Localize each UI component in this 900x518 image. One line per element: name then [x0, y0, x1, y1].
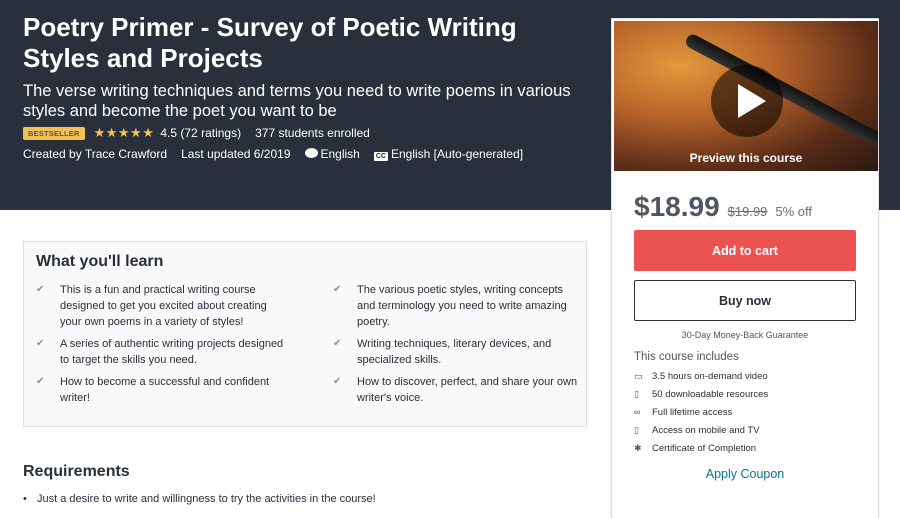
requirements-title: Requirements	[23, 463, 130, 480]
learn-item: ✔ Writing techniques, literary devices, a…	[333, 336, 578, 368]
learn-item-text: This is a fun and practical writing cour…	[60, 284, 267, 328]
rating-text[interactable]: 4.5 (72 ratings)	[160, 126, 241, 140]
includes-item: ✱ Certificate of Completion	[634, 439, 768, 457]
check-icon: ✔	[36, 284, 45, 295]
check-icon: ✔	[333, 338, 342, 349]
language-label: English	[320, 147, 360, 161]
enrolled-count: 377 students enrolled	[255, 126, 370, 140]
closed-captions-icon: CC	[373, 152, 388, 161]
apply-coupon-link[interactable]: Apply Coupon	[634, 467, 856, 481]
price-row: $18.99 $19.99 5% off	[634, 191, 812, 223]
includes-item-label: 3.5 hours on-demand video	[652, 370, 768, 382]
discount-percent: 5% off	[775, 204, 813, 219]
course-preview-video[interactable]: Preview this course	[614, 21, 878, 171]
buy-now-button[interactable]: Buy now	[634, 280, 856, 321]
requirements-list: • Just a desire to write and willingness …	[23, 493, 376, 505]
check-icon: ✔	[36, 338, 45, 349]
learn-list-left: ✔ This is a fun and practical writing cou…	[36, 282, 291, 412]
includes-item-label: 50 downloadable resources	[652, 388, 769, 400]
speech-bubble-icon	[304, 148, 318, 158]
captions: CC English [Auto-generated]	[373, 147, 524, 161]
money-back-guarantee: 30-Day Money-Back Guarantee	[681, 330, 809, 340]
learn-item-text: Writing techniques, literary devices, an…	[357, 338, 552, 366]
last-updated: Last updated 6/2019	[181, 147, 291, 161]
bestseller-badge: BESTSELLER	[23, 126, 85, 140]
learn-item: ✔ The various poetic styles, writing conc…	[333, 282, 578, 330]
file-icon: ▯	[634, 388, 639, 399]
language: English	[304, 147, 360, 161]
includes-item: ▯ Access on mobile and TV	[634, 421, 768, 439]
learn-item: ✔ This is a fun and practical writing cou…	[36, 282, 291, 330]
course-title: Poetry Primer - Survey of Poetic Writing…	[23, 12, 517, 73]
includes-title: This course includes	[634, 351, 739, 363]
original-price: $19.99	[727, 204, 768, 219]
includes-item: ∞ Full lifetime access	[634, 403, 768, 421]
includes-item-label: Certificate of Completion	[652, 442, 757, 454]
includes-item: ▭ 3.5 hours on-demand video	[634, 367, 768, 385]
requirement-text: Just a desire to write and willingness t…	[37, 493, 376, 505]
learn-item: ✔ A series of authentic writing projects …	[36, 336, 291, 368]
purchase-sidebar: Preview this course $18.99 $19.99 5% off…	[611, 18, 879, 518]
learn-title: What you'll learn	[36, 253, 164, 270]
learn-item-text: How to discover, perfect, and share your…	[357, 376, 578, 404]
learn-item-text: How to become a successful and confident…	[60, 376, 270, 404]
learn-item: ✔ How to become a successful and confiden…	[36, 374, 291, 406]
current-price: $18.99	[634, 191, 720, 222]
course-subtitle: The verse writing techniques and terms y…	[23, 82, 571, 120]
includes-item-label: Access on mobile and TV	[652, 424, 760, 436]
infinity-icon: ∞	[634, 407, 641, 417]
mobile-icon: ▯	[634, 424, 639, 435]
requirement-item: • Just a desire to write and willingness …	[23, 493, 376, 505]
certificate-icon: ✱	[634, 442, 642, 453]
check-icon: ✔	[333, 376, 342, 387]
learn-item-text: The various poetic styles, writing conce…	[357, 284, 567, 328]
learn-item-text: A series of authentic writing projects d…	[60, 338, 284, 366]
video-icon: ▭	[634, 370, 643, 381]
captions-label: English [Auto-generated]	[390, 147, 524, 161]
learn-list-right: ✔ The various poetic styles, writing conc…	[333, 282, 578, 412]
star-rating-icon: ★★★★★	[93, 125, 155, 140]
check-icon: ✔	[36, 376, 45, 387]
what-youll-learn-box: What you'll learn ✔ This is a fun and pra…	[23, 241, 587, 427]
preview-label: Preview this course	[689, 151, 803, 165]
learn-item: ✔ How to discover, perfect, and share you…	[333, 374, 578, 406]
course-stats: BESTSELLER ★★★★★ 4.5 (72 ratings) 377 st…	[23, 125, 370, 141]
bullet-icon: •	[23, 493, 27, 505]
includes-list: ▭ 3.5 hours on-demand video ▯ 50 downloada…	[634, 367, 768, 457]
includes-item: ▯ 50 downloadable resources	[634, 385, 768, 403]
course-meta: Created by Trace Crawford Last updated 6…	[23, 146, 523, 162]
instructor-link[interactable]: Created by Trace Crawford	[23, 147, 167, 161]
check-icon: ✔	[333, 284, 342, 295]
add-to-cart-button[interactable]: Add to cart	[634, 230, 856, 271]
play-icon[interactable]	[711, 65, 783, 137]
includes-item-label: Full lifetime access	[652, 406, 733, 418]
